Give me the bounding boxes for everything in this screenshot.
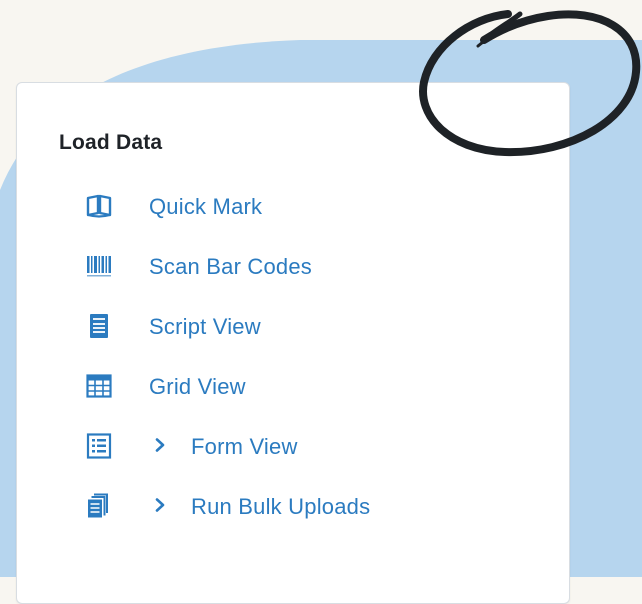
menu-label: Form View bbox=[191, 434, 298, 459]
menu-label: Scan Bar Codes bbox=[149, 254, 312, 279]
load-data-panel: Load Data Quick Mark Scan Bar Codes Scri… bbox=[16, 82, 570, 604]
menu-label: Quick Mark bbox=[149, 194, 263, 219]
script-document-icon bbox=[90, 314, 108, 338]
menu-item-script-view[interactable]: Script View bbox=[17, 305, 437, 345]
menu-item-form-view[interactable]: Form View bbox=[17, 425, 437, 465]
menu-item-run-bulk-uploads[interactable]: Run Bulk Uploads bbox=[17, 485, 437, 525]
menu-label: Run Bulk Uploads bbox=[191, 494, 371, 519]
menu-label: Grid View bbox=[149, 374, 246, 399]
stacked-documents-icon bbox=[88, 493, 108, 518]
menu-item-quick-mark[interactable]: Quick Mark bbox=[17, 185, 437, 225]
grid-table-icon bbox=[86, 374, 112, 398]
book-open-icon bbox=[86, 194, 112, 218]
menu-label: Script View bbox=[149, 314, 261, 339]
barcode-icon bbox=[87, 256, 111, 277]
chevron-right-icon[interactable] bbox=[154, 438, 166, 452]
chevron-right-icon[interactable] bbox=[154, 498, 166, 512]
panel-title: Load Data bbox=[59, 131, 163, 154]
form-list-icon bbox=[86, 433, 112, 459]
menu-item-scan-bar-codes[interactable]: Scan Bar Codes bbox=[17, 245, 437, 285]
menu-item-grid-view[interactable]: Grid View bbox=[17, 365, 437, 405]
